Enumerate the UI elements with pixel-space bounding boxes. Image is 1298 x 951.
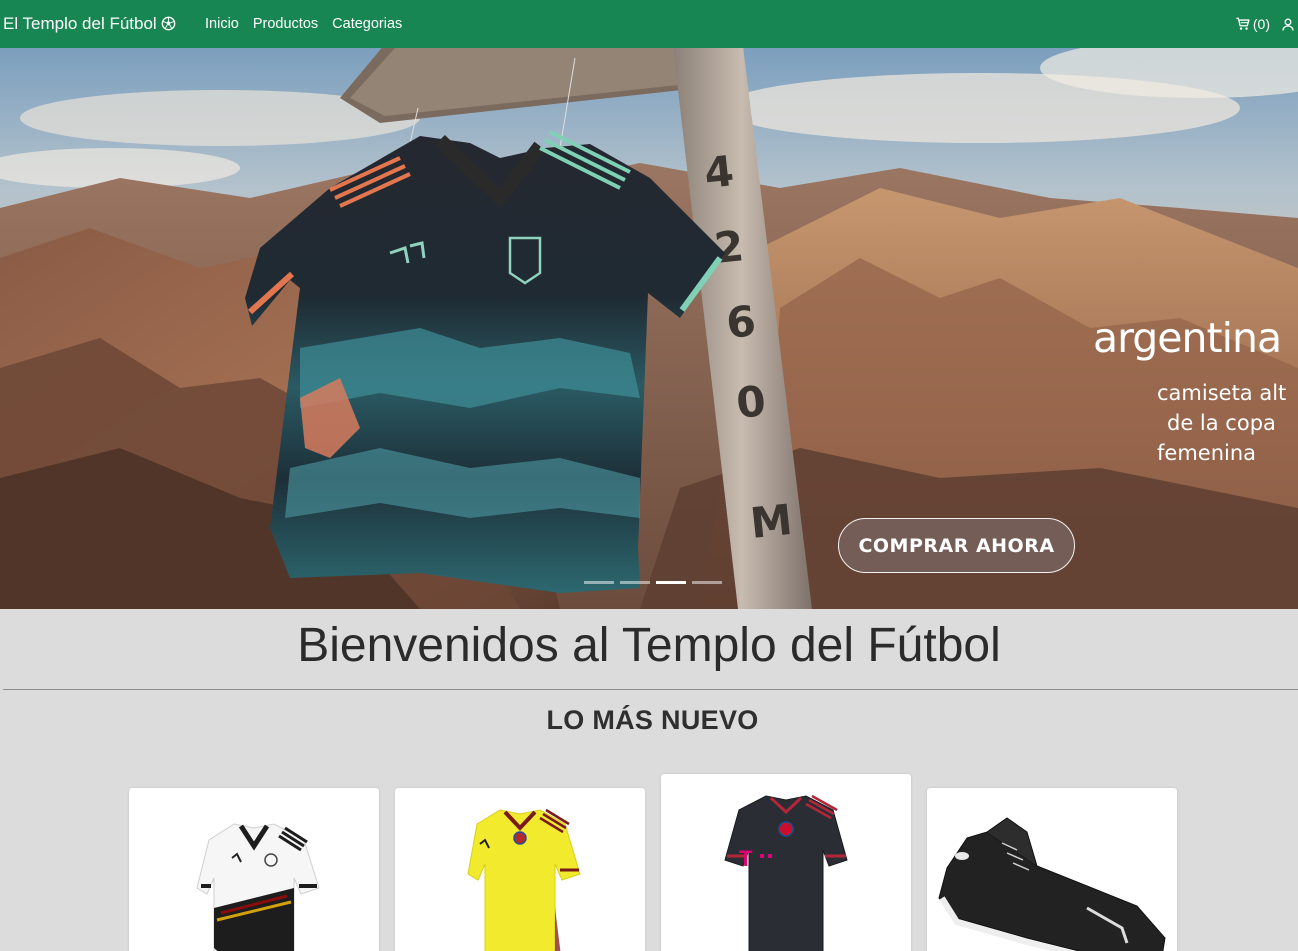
carousel-indicator-3[interactable] <box>656 581 686 584</box>
brand-link[interactable]: El Templo del Fútbol <box>3 14 176 34</box>
colombia-jersey-image <box>467 808 581 951</box>
divider <box>3 689 1298 690</box>
bayern-jersey-image: T <box>724 794 848 951</box>
hero-subtitle-line: de la copa <box>1167 411 1276 435</box>
cart-count: (0) <box>1252 16 1270 32</box>
post-digit: 0 <box>734 376 768 428</box>
carousel-indicator-1[interactable] <box>584 581 614 584</box>
hero-subtitle-line: femenina <box>1157 441 1257 465</box>
post-digit: 6 <box>724 296 758 348</box>
soccer-ball-icon <box>161 16 176 31</box>
product-card-bayern[interactable]: T <box>661 774 911 951</box>
nav-links: Inicio Productos Categorias <box>205 16 402 32</box>
nav-actions: (0) <box>1236 16 1294 32</box>
hero-subtitle-line: camiseta alt <box>1157 381 1287 405</box>
brand-name: El Templo del Fútbol <box>3 14 157 33</box>
nav-link-productos[interactable]: Productos <box>253 16 318 32</box>
navbar: El Templo del Fútbol Inicio Productos Ca… <box>0 0 1298 48</box>
post-digit: M <box>748 495 795 548</box>
product-card-germany[interactable] <box>129 788 379 951</box>
sponsor-logo: T <box>739 846 753 871</box>
section-title: LO MÁS NUEVO <box>546 705 759 735</box>
cart-button[interactable]: (0) <box>1236 16 1270 32</box>
nav-link-categorias[interactable]: Categorias <box>332 16 402 32</box>
post-digit: 4 <box>702 146 736 198</box>
carousel-indicator-4[interactable] <box>692 581 722 584</box>
welcome-title: Bienvenidos al Templo del Fútbol <box>297 619 1001 672</box>
hero-subtitle: camiseta alt de la copa femenina <box>1157 378 1286 468</box>
buy-now-button[interactable]: COMPRAR AHORA <box>838 518 1075 573</box>
user-icon[interactable] <box>1282 18 1294 31</box>
cart-icon <box>1236 17 1250 30</box>
puma-boots-image <box>938 817 1166 951</box>
nav-link-inicio[interactable]: Inicio <box>205 16 239 32</box>
product-card-colombia[interactable] <box>395 788 645 951</box>
hero-carousel[interactable]: 4 2 6 0 M argentina camiseta alt de la c… <box>0 48 1298 609</box>
product-card-puma-boots[interactable] <box>927 788 1177 951</box>
carousel-indicator-2[interactable] <box>620 581 650 584</box>
hero-brand-word: argentina <box>1093 314 1282 362</box>
carousel-indicators <box>584 581 722 584</box>
germany-jersey-image <box>196 823 320 951</box>
